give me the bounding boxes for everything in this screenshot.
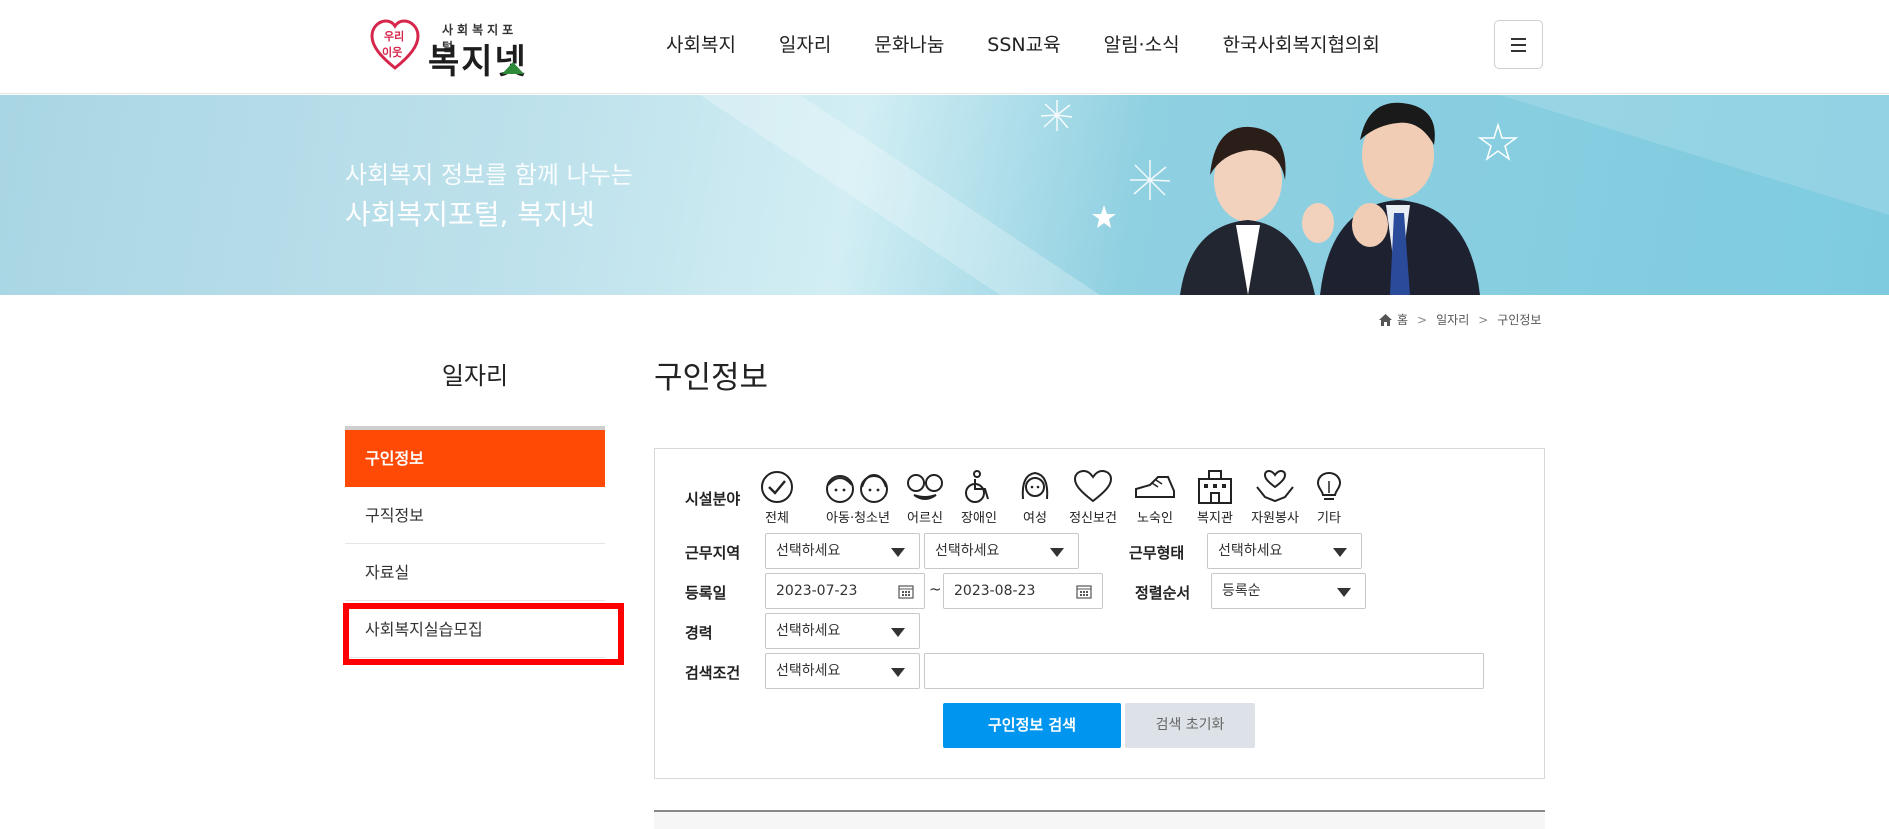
calendar-icon[interactable] [898, 584, 914, 599]
building-icon [1198, 470, 1232, 504]
category-label: 복지관 [1197, 511, 1233, 526]
chevron-right-icon: > [1478, 312, 1489, 327]
facility-label: 시설분야 [685, 490, 741, 508]
reset-button[interactable]: 검색 초기화 [1125, 703, 1255, 748]
svg-text:이웃: 이웃 [382, 45, 402, 59]
search-form: 시설분야 전체 아동·청소년 어르신 장애인 여성 정신보건 노숙인 복지관 자… [654, 448, 1545, 779]
sidebar-title: 일자리 [441, 362, 509, 390]
sidebar-item-job-seekers[interactable]: 구직정보 [345, 487, 605, 544]
heart-logo-icon: 우리 이웃 [370, 19, 420, 70]
banner-illustration [700, 95, 1889, 295]
check-circle-icon [761, 471, 793, 503]
region-select-secondary[interactable]: 선택하세요 [924, 533, 1079, 569]
banner-subtitle: 사회복지 정보를 함께 나누는 [345, 161, 633, 189]
category-label: 노숙인 [1137, 511, 1173, 526]
condition-label: 검색조건 [685, 664, 741, 682]
category-volunteer[interactable]: 자원봉사 [1245, 469, 1305, 526]
hamburger-icon [1511, 38, 1526, 40]
chevron-down-icon [891, 628, 905, 637]
woman-icon [1021, 471, 1049, 500]
logo-title: 복지넷 [428, 42, 528, 82]
wheelchair-icon [965, 470, 989, 503]
region-select-primary[interactable]: 선택하세요 [765, 533, 920, 569]
svg-text:우리: 우리 [384, 29, 404, 43]
keyword-input[interactable] [924, 653, 1484, 689]
category-all[interactable]: 전체 [747, 469, 807, 526]
sort-label: 정렬순서 [1135, 584, 1191, 602]
category-label: 어르신 [907, 511, 943, 526]
category-other[interactable]: 기타 [1299, 469, 1359, 526]
chevron-down-icon [1050, 548, 1064, 557]
breadcrumb-item-jobs[interactable]: 일자리 [1436, 311, 1469, 328]
hero-banner: 사회복지 정보를 함께 나누는 사회복지포털, 복지넷 [0, 95, 1889, 295]
sidebar-item-job-openings[interactable]: 구인정보 [345, 430, 605, 487]
category-homeless[interactable]: 노숙인 [1125, 469, 1185, 526]
chevron-down-icon [1333, 548, 1347, 557]
page-title: 구인정보 [654, 360, 769, 396]
category-label: 기타 [1317, 511, 1341, 526]
category-label: 아동·청소년 [826, 511, 890, 526]
results-area [654, 812, 1545, 829]
career-label: 경력 [685, 624, 713, 642]
sort-select[interactable]: 등록순 [1211, 573, 1366, 609]
nav-item-jobs[interactable]: 일자리 [779, 30, 831, 57]
category-mental-health[interactable]: 정신보건 [1063, 469, 1123, 526]
category-welfare-center[interactable]: 복지관 [1185, 469, 1245, 526]
date-from-input[interactable]: 2023-07-23 [765, 573, 925, 609]
nav-item-news[interactable]: 알림·소식 [1104, 30, 1180, 57]
chevron-down-icon [891, 548, 905, 557]
date-to-input[interactable]: 2023-08-23 [943, 573, 1103, 609]
home-icon [1379, 313, 1392, 326]
worktype-label: 근무형태 [1129, 544, 1185, 562]
logo-triangle-icon [502, 62, 524, 74]
nav-item-social-welfare[interactable]: 사회복지 [666, 30, 736, 57]
nav-item-council[interactable]: 한국사회복지협의회 [1223, 30, 1380, 57]
chevron-down-icon [891, 668, 905, 677]
category-elders[interactable]: 어르신 [895, 469, 955, 526]
children-icon [826, 473, 888, 503]
hands-heart-icon [1256, 469, 1294, 503]
nav-item-ssn-education[interactable]: SSN교육 [987, 30, 1060, 57]
chevron-right-icon: > [1417, 312, 1428, 327]
sidebar-item-resources[interactable]: 자료실 [345, 544, 605, 601]
category-label: 여성 [1023, 511, 1047, 526]
career-select[interactable]: 선택하세요 [765, 613, 920, 649]
worktype-select[interactable]: 선택하세요 [1207, 533, 1362, 569]
breadcrumb-home[interactable]: 홈 [1397, 311, 1408, 328]
category-children[interactable]: 아동·청소년 [813, 469, 903, 526]
region-label: 근무지역 [685, 544, 741, 562]
category-label: 정신보건 [1069, 511, 1117, 526]
category-label: 전체 [765, 511, 789, 526]
calendar-icon[interactable] [1076, 584, 1092, 599]
condition-select[interactable]: 선택하세요 [765, 653, 920, 689]
breadcrumb-item-current[interactable]: 구인정보 [1497, 311, 1541, 328]
lightbulb-icon [1316, 471, 1342, 500]
category-label: 자원봉사 [1251, 511, 1299, 526]
site-header: 우리 이웃 사회복지포털 복지넷 사회복지 일자리 문화나눔 SSN교육 알림·… [0, 0, 1889, 94]
breadcrumb: 홈 > 일자리 > 구인정보 [1379, 311, 1541, 328]
heart-icon [1073, 469, 1113, 503]
category-women[interactable]: 여성 [1005, 469, 1065, 526]
banner-title: 사회복지포털, 복지넷 [345, 198, 595, 231]
main-nav: 사회복지 일자리 문화나눔 SSN교육 알림·소식 한국사회복지협의회 [666, 30, 1423, 57]
nav-item-culture[interactable]: 문화나눔 [874, 30, 944, 57]
shoe-icon [1135, 476, 1175, 498]
category-label: 장애인 [961, 511, 997, 526]
search-button[interactable]: 구인정보 검색 [943, 703, 1121, 748]
chevron-down-icon [1337, 588, 1351, 597]
site-logo[interactable]: 우리 이웃 사회복지포털 복지넷 [370, 18, 530, 82]
highlight-box [343, 603, 624, 665]
hamburger-menu-button[interactable] [1494, 20, 1543, 69]
category-disabled[interactable]: 장애인 [949, 469, 1009, 526]
date-separator: ~ [929, 580, 942, 598]
date-label: 등록일 [685, 584, 727, 602]
elder-glasses-icon [907, 474, 943, 500]
